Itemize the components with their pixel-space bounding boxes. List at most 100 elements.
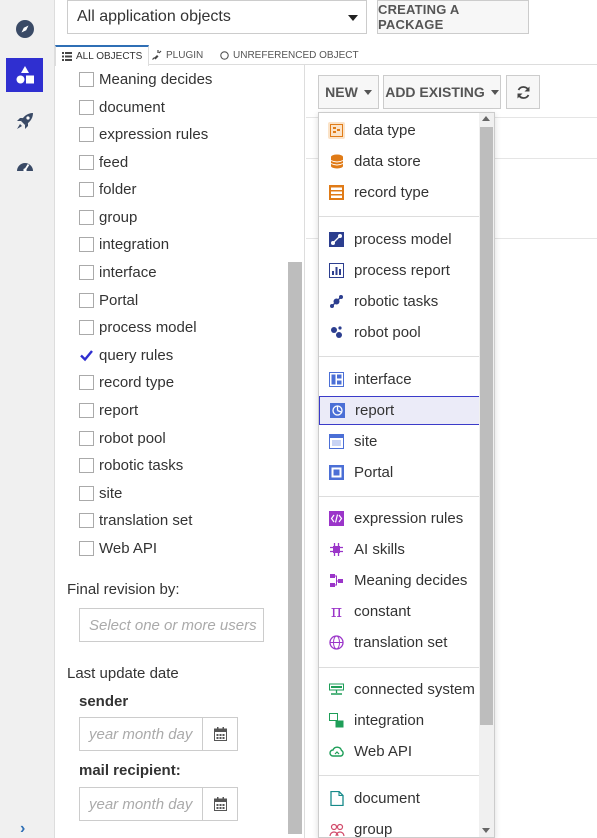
- filter-checkbox-row[interactable]: record type: [79, 372, 174, 392]
- checkbox[interactable]: [79, 540, 94, 556]
- filter-checkbox-row[interactable]: report: [79, 400, 138, 420]
- menu-item-label: AI skills: [354, 541, 405, 558]
- filter-checkbox-row[interactable]: robotic tasks: [79, 455, 183, 475]
- menu-item-document[interactable]: document: [319, 784, 480, 813]
- scroll-up-arrow-icon[interactable]: [482, 116, 490, 121]
- filter-checkbox-row[interactable]: document: [79, 97, 165, 117]
- rocket-icon: [16, 113, 33, 129]
- site-icon: [328, 433, 345, 450]
- recipient-calendar-button[interactable]: [203, 788, 237, 820]
- menu-item-site[interactable]: site: [319, 427, 480, 456]
- checkbox[interactable]: [79, 71, 94, 87]
- menu-scrollbar[interactable]: [479, 113, 494, 837]
- scroll-down-arrow-icon[interactable]: [482, 828, 490, 833]
- menu-item-data-type[interactable]: data type: [319, 116, 480, 145]
- menu-item-report[interactable]: report: [319, 396, 480, 425]
- menu-item-robotic-tasks[interactable]: robotic tasks: [319, 287, 480, 316]
- menu-item-label: data store: [354, 153, 421, 170]
- checkbox[interactable]: [79, 485, 94, 501]
- checkbox[interactable]: [79, 374, 94, 390]
- filter-checkbox-row[interactable]: feed: [79, 152, 128, 172]
- checkbox[interactable]: [79, 99, 94, 115]
- nav-monitor-button[interactable]: [6, 150, 43, 184]
- recipient-date-field: year month day: [79, 787, 238, 821]
- sender-calendar-button[interactable]: [203, 718, 237, 750]
- filter-checkbox-label: feed: [99, 153, 129, 171]
- creating-package-button[interactable]: CREATING A PACKAGE: [377, 0, 529, 34]
- menu-item-expression-rules[interactable]: expression rules: [319, 504, 480, 533]
- filter-panel-scrollbar[interactable]: [288, 262, 302, 834]
- nav-deploy-button[interactable]: [6, 104, 43, 138]
- menu-item-data-store[interactable]: data store: [319, 147, 480, 176]
- menu-item-ai-skills[interactable]: AI skills: [319, 535, 480, 564]
- filter-checkbox-row[interactable]: group: [79, 207, 137, 227]
- menu-item-integration[interactable]: integration: [319, 706, 480, 735]
- menu-item-portal[interactable]: Portal: [319, 458, 480, 487]
- checkbox[interactable]: [79, 126, 94, 142]
- interface-icon: [328, 371, 345, 388]
- menu-scrollbar-thumb[interactable]: [480, 127, 493, 725]
- checkbox[interactable]: [79, 512, 94, 528]
- filter-checkbox-label: query rules: [99, 346, 174, 364]
- checkbox[interactable]: [79, 402, 94, 418]
- add-existing-button[interactable]: ADD EXISTING: [383, 75, 501, 109]
- tab-all-objects[interactable]: ALL OBJECTS: [55, 45, 150, 66]
- process-model-icon: [328, 231, 345, 248]
- filter-checkbox-row[interactable]: query rules: [79, 345, 173, 365]
- mail-recipient-label: mail recipient:: [79, 762, 181, 779]
- filter-checkbox-row[interactable]: process model: [79, 317, 197, 337]
- menu-item-robot-pool[interactable]: robot pool: [319, 318, 480, 347]
- menu-item-process-report[interactable]: process report: [319, 256, 480, 285]
- filter-checkbox-row[interactable]: Web API: [79, 538, 157, 558]
- checkbox[interactable]: [79, 236, 94, 252]
- menu-item-record-type[interactable]: record type: [319, 178, 480, 207]
- refresh-button[interactable]: [506, 75, 540, 109]
- recipient-date-input[interactable]: year month day: [80, 788, 203, 820]
- checkbox[interactable]: [79, 181, 94, 197]
- filter-checkbox-row[interactable]: folder: [79, 179, 137, 199]
- menu-item-group[interactable]: group: [319, 815, 480, 837]
- menu-item-web-api[interactable]: Web API: [319, 737, 480, 766]
- filter-checkbox-label: process model: [99, 318, 197, 336]
- filter-checkbox-row[interactable]: site: [79, 483, 122, 503]
- checkbox[interactable]: [79, 154, 94, 170]
- menu-item-process-model[interactable]: process model: [319, 225, 480, 254]
- filter-checkbox-row[interactable]: translation set: [79, 510, 192, 530]
- checkbox[interactable]: [79, 457, 94, 473]
- application-objects-select[interactable]: All application objects: [67, 0, 367, 34]
- menu-item-connected-system[interactable]: connected system: [319, 675, 480, 704]
- nav-design-objects-button[interactable]: [6, 58, 43, 92]
- checkbox[interactable]: [79, 292, 94, 308]
- checkbox[interactable]: [79, 264, 94, 280]
- filter-checkbox-row[interactable]: Meaning decides: [79, 69, 212, 89]
- circle-outline-icon: [220, 50, 229, 60]
- users-picker-input[interactable]: Select one or more users: [79, 608, 264, 642]
- expand-rail-button[interactable]: ›: [0, 816, 55, 838]
- menu-item-meaning-decides[interactable]: Meaning decides: [319, 566, 480, 595]
- tab-unreferenced-object[interactable]: UNREFERENCED OBJECT: [220, 45, 359, 65]
- menu-separator: [319, 216, 480, 217]
- tab-plugin[interactable]: PLUGIN: [152, 45, 203, 65]
- filter-checkbox-row[interactable]: expression rules: [79, 124, 208, 144]
- menu-item-translation-set[interactable]: translation set: [319, 628, 480, 657]
- menu-item-constant[interactable]: π constant: [319, 597, 480, 626]
- filter-checkbox-row[interactable]: integration: [79, 234, 169, 254]
- filter-checkbox-label: Meaning decides: [99, 70, 213, 88]
- checkbox[interactable]: [79, 319, 94, 335]
- checkbox[interactable]: [79, 430, 94, 446]
- filter-checkbox-label: folder: [99, 180, 137, 198]
- filter-checkbox-row[interactable]: interface: [79, 262, 157, 282]
- filter-checkbox-label: translation set: [99, 511, 193, 529]
- checkbox[interactable]: [79, 209, 94, 225]
- filter-checkbox-row[interactable]: robot pool: [79, 428, 166, 448]
- filter-checkbox-row[interactable]: Portal: [79, 290, 138, 310]
- menu-item-label: constant: [354, 603, 411, 620]
- new-button[interactable]: NEW: [318, 75, 379, 109]
- checkbox-checked[interactable]: [79, 348, 94, 363]
- nav-explore-button[interactable]: [6, 12, 43, 46]
- caret-down-icon: [363, 89, 372, 95]
- menu-separator: [319, 496, 480, 497]
- list-icon: [62, 52, 72, 61]
- sender-date-input[interactable]: year month day: [80, 718, 203, 750]
- menu-item-interface[interactable]: interface: [319, 365, 480, 394]
